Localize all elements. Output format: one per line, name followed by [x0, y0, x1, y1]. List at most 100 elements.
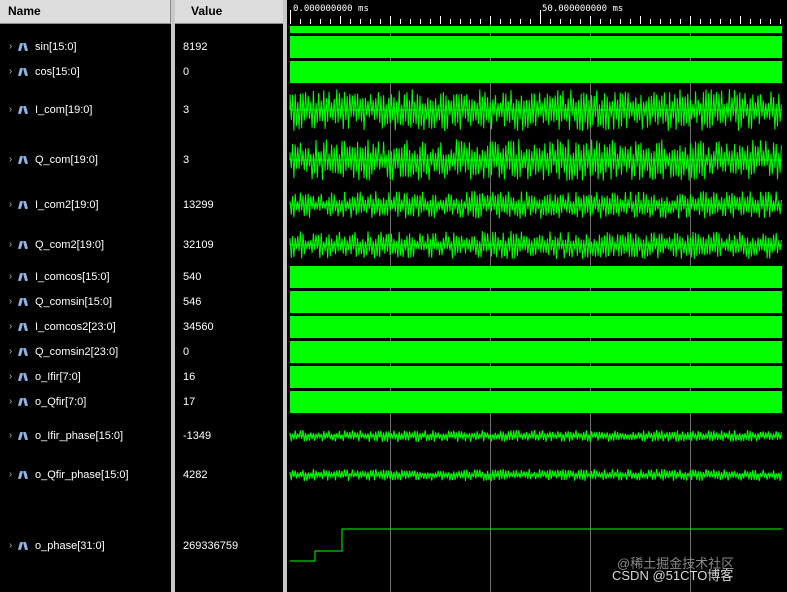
expand-chevron-icon[interactable]: › — [6, 394, 15, 410]
signal-row-q-com2[interactable]: › Q_com2[19:0] — [0, 237, 171, 253]
signal-name: Q_com[19:0] — [35, 154, 98, 166]
expand-chevron-icon[interactable]: › — [6, 467, 15, 483]
waveform-q-com2[interactable] — [289, 230, 782, 260]
bus-signal-icon — [18, 240, 29, 250]
signal-row-cos[interactable]: › cos[15:0] — [0, 64, 171, 80]
waveform-cos[interactable] — [290, 61, 782, 83]
expand-chevron-icon[interactable]: › — [6, 197, 15, 213]
signal-value-q-comsin2: 0 — [183, 346, 190, 358]
expand-chevron-icon[interactable]: › — [6, 102, 15, 118]
waveform-o-ifir-phase[interactable] — [289, 430, 782, 443]
bus-signal-icon — [18, 155, 29, 165]
expand-chevron-icon[interactable]: › — [6, 428, 15, 444]
signal-row-i-comcos2[interactable]: › I_comcos2[23:0] — [0, 319, 171, 335]
signal-value-o-qfir-phase: 4282 — [183, 469, 208, 481]
bus-signal-icon — [18, 322, 29, 332]
timeline-start-label: 0.000000000 ms — [293, 4, 369, 14]
waveform-partial-row — [290, 26, 782, 33]
signal-row-o-phase[interactable]: › o_phase[31:0] — [0, 538, 171, 554]
expand-chevron-icon[interactable]: › — [6, 269, 15, 285]
signal-row-q-com[interactable]: › Q_com[19:0] — [0, 152, 171, 168]
bus-signal-icon — [18, 67, 29, 77]
column-header-value[interactable]: Value — [175, 0, 283, 24]
waveform-sin[interactable] — [290, 36, 782, 58]
signal-name-list: › sin[15:0] › cos[15:0] › I_com[19:0] › Q_com[1… — [0, 24, 171, 592]
expand-chevron-icon[interactable]: › — [6, 369, 15, 385]
signal-value-q-com2: 32109 — [183, 239, 214, 251]
signal-value-sin: 8192 — [183, 41, 208, 53]
signal-row-i-com[interactable]: › I_com[19:0] — [0, 102, 171, 118]
column-header-name[interactable]: Name — [0, 0, 171, 24]
signal-name: o_Ifir[7:0] — [35, 371, 81, 383]
signal-row-i-comcos[interactable]: › I_comcos[15:0] — [0, 269, 171, 285]
signal-value-i-comcos2: 34560 — [183, 321, 214, 333]
expand-chevron-icon[interactable]: › — [6, 538, 15, 554]
signal-name: sin[15:0] — [35, 41, 77, 53]
expand-chevron-icon[interactable]: › — [6, 237, 15, 253]
expand-chevron-icon[interactable]: › — [6, 64, 15, 80]
bus-signal-icon — [18, 470, 29, 480]
signal-row-i-com2[interactable]: › I_com2[19:0] — [0, 197, 171, 213]
expand-chevron-icon[interactable]: › — [6, 319, 15, 335]
signal-name: Q_comsin[15:0] — [35, 296, 113, 308]
expand-chevron-icon[interactable]: › — [6, 294, 15, 310]
waveform-i-comcos[interactable] — [290, 266, 782, 288]
signal-row-q-comsin[interactable]: › Q_comsin[15:0] — [0, 294, 171, 310]
expand-chevron-icon[interactable]: › — [6, 39, 15, 55]
signal-name: o_Qfir_phase[15:0] — [35, 469, 129, 481]
signal-name: I_com2[19:0] — [35, 199, 99, 211]
bus-signal-icon — [18, 347, 29, 357]
signal-name: Q_comsin2[23:0] — [35, 346, 119, 358]
signal-value-i-com: 3 — [183, 104, 190, 116]
bus-signal-icon — [18, 431, 29, 441]
watermark-csdn: CSDN @51CTO博客 — [612, 568, 734, 583]
signal-value-o-ifir: 16 — [183, 371, 196, 383]
signal-value-o-phase: 269336759 — [183, 540, 239, 552]
signal-value-i-comcos: 540 — [183, 271, 202, 283]
signal-row-o-ifir[interactable]: › o_Ifir[7:0] — [0, 369, 171, 385]
signal-value-o-qfir: 17 — [183, 396, 196, 408]
timeline-ruler[interactable]: 0.000000000 ms 50.000000000 ms — [287, 0, 787, 24]
expand-chevron-icon[interactable]: › — [6, 152, 15, 168]
signal-row-o-qfir[interactable]: › o_Qfir[7:0] — [0, 394, 171, 410]
signal-value-i-com2: 13299 — [183, 199, 214, 211]
expand-chevron-icon[interactable]: › — [6, 344, 15, 360]
signal-row-o-qfir-phase[interactable]: › o_Qfir_phase[15:0] — [0, 467, 171, 483]
waveform-canvas[interactable] — [287, 24, 787, 592]
waveform-i-com[interactable] — [289, 89, 782, 132]
bus-signal-icon — [18, 272, 29, 282]
waveform-viewer: Name Value 0.000000000 ms 50.000000000 m… — [0, 0, 787, 592]
waveform-q-comsin2[interactable] — [290, 341, 782, 363]
signal-name: Q_com2[19:0] — [35, 239, 105, 251]
signal-value-q-comsin: 546 — [183, 296, 202, 308]
bus-signal-icon — [18, 200, 29, 210]
timeline-mid-label: 50.000000000 ms — [542, 4, 623, 14]
waveform-i-comcos2[interactable] — [290, 316, 782, 338]
signal-value-q-com: 3 — [183, 154, 190, 166]
signal-row-sin[interactable]: › sin[15:0] — [0, 39, 171, 55]
signal-value-o-ifir-phase: -1349 — [183, 430, 212, 442]
signal-row-o-ifir-phase[interactable]: › o_Ifir_phase[15:0] — [0, 428, 171, 444]
waveform-o-qfir[interactable] — [290, 391, 782, 413]
bus-signal-icon — [18, 297, 29, 307]
bus-signal-icon — [18, 105, 29, 115]
waveform-o-qfir-phase[interactable] — [289, 468, 782, 482]
bus-signal-icon — [18, 397, 29, 407]
waveform-q-comsin[interactable] — [290, 291, 782, 313]
waveform-i-com2[interactable] — [289, 190, 782, 219]
signal-name: I_com[19:0] — [35, 104, 93, 116]
signal-name: I_comcos[15:0] — [35, 271, 110, 283]
bus-signal-icon — [18, 372, 29, 382]
waveform-q-com[interactable] — [289, 138, 782, 181]
signal-value-list: 8192 0 3 3 13299 32109 540 546 34560 0 16 17 -1349 42… — [175, 24, 283, 592]
signal-name: o_Ifir_phase[15:0] — [35, 430, 124, 442]
signal-row-q-comsin2[interactable]: › Q_comsin2[23:0] — [0, 344, 171, 360]
signal-value-cos: 0 — [183, 66, 190, 78]
signal-name: o_Qfir[7:0] — [35, 396, 87, 408]
bus-signal-icon — [18, 42, 29, 52]
waveform-o-ifir[interactable] — [290, 366, 782, 388]
signal-name: cos[15:0] — [35, 66, 80, 78]
bus-signal-icon — [18, 541, 29, 551]
signal-name: o_phase[31:0] — [35, 540, 105, 552]
signal-name: I_comcos2[23:0] — [35, 321, 116, 333]
